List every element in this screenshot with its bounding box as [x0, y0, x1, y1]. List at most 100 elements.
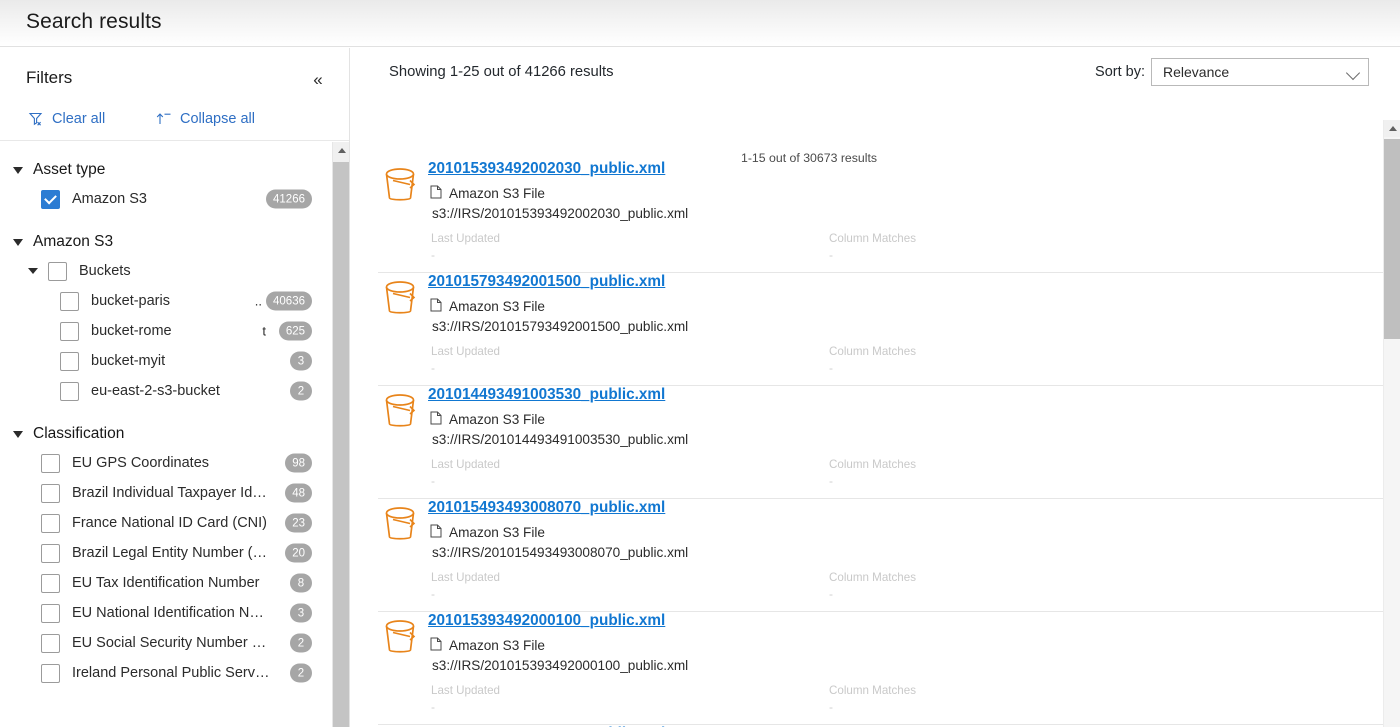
result-asset-type: Amazon S3 File: [430, 185, 545, 202]
facet-item-label: France National ID Card (CNI): [72, 515, 267, 531]
result-title-link[interactable]: 201015393492000100_public.xml: [428, 612, 665, 630]
facet-checkbox[interactable]: [48, 261, 67, 281]
meta-label: Last Updated: [431, 571, 500, 584]
caret-down-icon: [13, 238, 23, 246]
facet-list: Asset type Amazon S3 41266 Amazon S3 Buckets…: [0, 142, 322, 688]
main-scroll-up-arrow[interactable]: [1384, 120, 1400, 137]
facet-checkbox[interactable]: [41, 663, 60, 683]
facet-group-label: Asset type: [33, 161, 106, 178]
facet-item-label: bucket-paris: [91, 293, 170, 309]
facet-checkbox[interactable]: [60, 381, 79, 401]
facet-scrollbar[interactable]: [332, 142, 349, 727]
meta-value: -: [829, 361, 833, 375]
main-scrollbar[interactable]: [1383, 120, 1400, 727]
caret-down-icon: [13, 430, 23, 438]
facet-item[interactable]: eu-east-2-s3-bucket 2: [0, 376, 322, 406]
meta-label: Column Matches: [829, 458, 916, 471]
result-title-link[interactable]: 201015493493008070_public.xml: [428, 499, 665, 517]
collapse-up-icon: [155, 111, 172, 127]
main-scrollbar-thumb[interactable]: [1384, 139, 1400, 339]
result-title-link[interactable]: 201014493491003530_public.xml: [428, 386, 665, 404]
facet-scrollbar-thumb[interactable]: [333, 162, 349, 727]
facet-checkbox[interactable]: [41, 603, 60, 623]
result-row[interactable]: 201015393492002030_public.xml Amazon S3 F…: [378, 160, 1392, 273]
result-asset-type-label: Amazon S3 File: [449, 525, 545, 540]
result-path: s3://IRS/201014493491003530_public.xml: [432, 432, 689, 447]
facet-item[interactable]: Brazil Individual Taxpayer Identi... 48: [0, 478, 322, 508]
facet-item[interactable]: bucket-paris.. 40636: [0, 286, 322, 316]
meta-label: Last Updated: [431, 458, 500, 471]
result-title-link[interactable]: 201015793492001500_public.xml: [428, 273, 665, 291]
facet-item[interactable]: bucket-myit 3: [0, 346, 322, 376]
facet-count-badge: 3: [290, 603, 312, 623]
result-row[interactable]: 201015493493008070_public.xml Amazon S3 F…: [378, 499, 1392, 612]
facet-scroll-up-arrow[interactable]: [333, 142, 349, 159]
result-asset-type-label: Amazon S3 File: [449, 638, 545, 653]
result-row[interactable]: 201015793492001500_public.xml Amazon S3 F…: [378, 273, 1392, 386]
facet-count-badge: 2: [290, 663, 312, 683]
facet-checkbox[interactable]: [41, 189, 60, 209]
facet-item-label: bucket-rome: [91, 323, 172, 339]
facet-overflow-text: t: [262, 323, 266, 339]
facet-group-amazon-s3[interactable]: Amazon S3: [0, 228, 322, 256]
caret-down-icon[interactable]: [28, 268, 38, 274]
facet-count-badge: 3: [290, 351, 312, 371]
facet-group-classification[interactable]: Classification: [0, 420, 322, 448]
s3-bucket-icon: [380, 617, 421, 663]
facet-checkbox[interactable]: [41, 543, 60, 563]
meta-label: Last Updated: [431, 232, 500, 245]
facet-count-badge: 41266: [266, 189, 312, 209]
facet-item[interactable]: Ireland Personal Public Service (... 2: [0, 658, 322, 688]
filter-actions: Clear all Collapse all: [0, 106, 349, 140]
file-icon: [430, 524, 442, 541]
facet-checkbox[interactable]: [60, 321, 79, 341]
facet-item-label: EU GPS Coordinates: [72, 455, 210, 471]
results-list: 201015393492002030_public.xml Amazon S3 F…: [351, 120, 1400, 727]
facet-item[interactable]: Buckets: [0, 256, 322, 286]
facet-item-label: bucket-myit: [91, 353, 166, 369]
file-icon: [430, 185, 442, 202]
result-row[interactable]: 201014493491003530_public.xml Amazon S3 F…: [378, 386, 1392, 499]
chevron-double-left-icon[interactable]: «: [305, 68, 331, 92]
facet-count-badge: 23: [285, 513, 312, 533]
facet-item[interactable]: EU National Identification Num... 3: [0, 598, 322, 628]
facet-checkbox[interactable]: [41, 633, 60, 653]
result-asset-type-label: Amazon S3 File: [449, 412, 545, 427]
facet-overflow-text: ..: [254, 293, 262, 309]
facet-item[interactable]: EU Tax Identification Number 8: [0, 568, 322, 598]
facet-item[interactable]: EU GPS Coordinates 98: [0, 448, 322, 478]
facet-item[interactable]: bucket-rome t 625: [0, 316, 322, 346]
sort-by-select[interactable]: Relevance: [1151, 58, 1369, 86]
result-asset-type-label: Amazon S3 File: [449, 186, 545, 201]
meta-label: Column Matches: [829, 345, 916, 358]
facet-checkbox[interactable]: [41, 573, 60, 593]
facet-item-label: Ireland Personal Public Service (...: [72, 665, 270, 681]
meta-value: -: [431, 700, 435, 714]
facet-count-badge: 2: [290, 633, 312, 653]
s3-bucket-icon: [380, 391, 421, 437]
result-row[interactable]: 201015393492000100_public.xml Amazon S3 F…: [378, 612, 1392, 725]
collapse-all-label: Collapse all: [180, 111, 255, 127]
facet-checkbox[interactable]: [60, 351, 79, 371]
facet-item[interactable]: EU Social Security Number or E... 2: [0, 628, 322, 658]
meta-label: Column Matches: [829, 571, 916, 584]
result-asset-type: Amazon S3 File: [430, 637, 545, 654]
meta-value: -: [431, 587, 435, 601]
facet-checkbox[interactable]: [41, 513, 60, 533]
facet-checkbox[interactable]: [41, 483, 60, 503]
result-title-link[interactable]: 201015393492002030_public.xml: [428, 160, 665, 178]
clear-all-button[interactable]: Clear all: [28, 106, 105, 132]
facet-checkbox[interactable]: [60, 291, 79, 311]
collapse-all-button[interactable]: Collapse all: [155, 106, 255, 132]
facet-group-asset-type[interactable]: Asset type: [0, 156, 322, 184]
caret-down-icon: [13, 166, 23, 174]
facet-item[interactable]: Brazil Legal Entity Number (CN... 20: [0, 538, 322, 568]
meta-value: -: [431, 248, 435, 262]
result-asset-type: Amazon S3 File: [430, 298, 545, 315]
facet-checkbox[interactable]: [41, 453, 60, 473]
facet-group-label: Classification: [33, 425, 125, 442]
funnel-clear-icon: [28, 111, 44, 127]
facet-item[interactable]: France National ID Card (CNI) 23: [0, 508, 322, 538]
chevron-down-icon: [1345, 65, 1361, 81]
facet-item[interactable]: Amazon S3 41266: [0, 184, 322, 214]
